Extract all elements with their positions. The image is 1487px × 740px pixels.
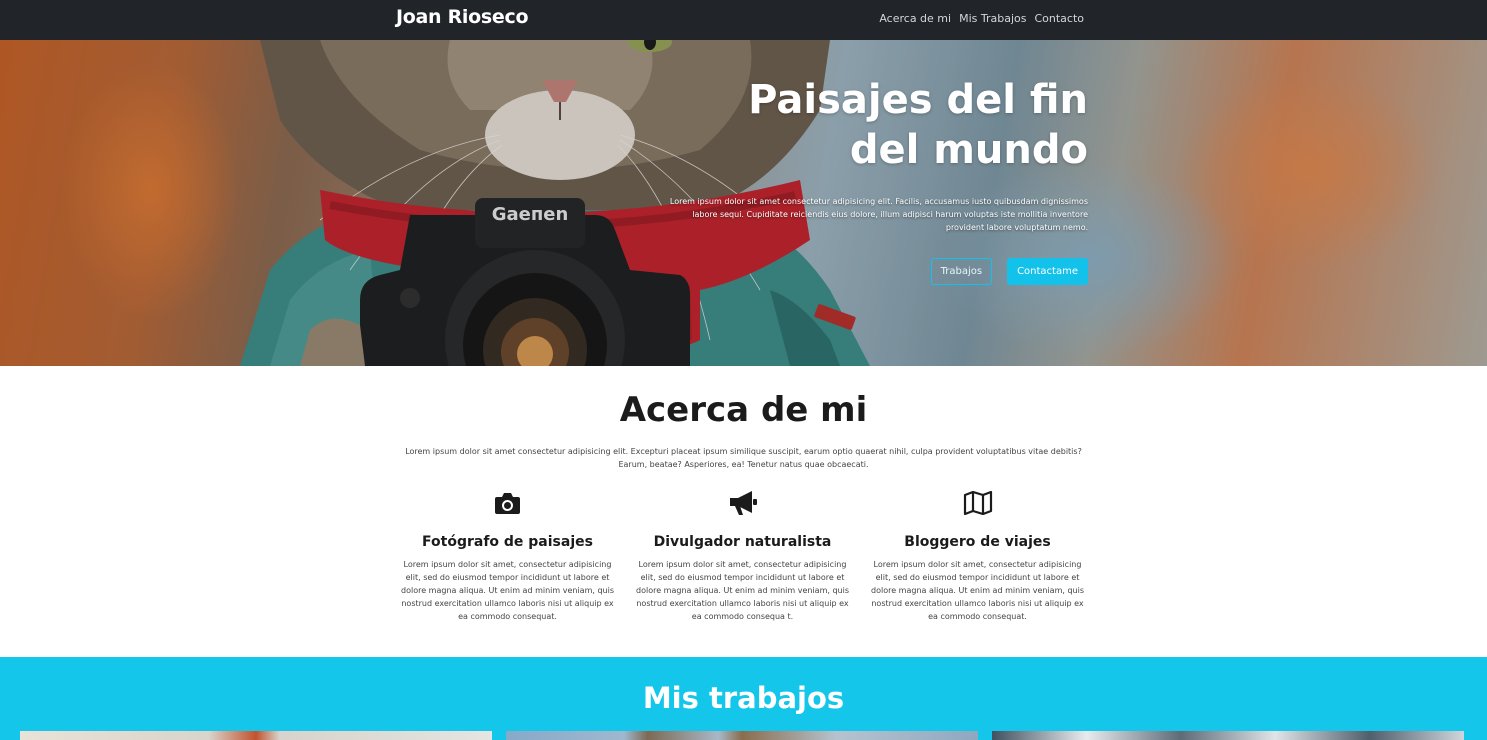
hero-buttons: Trabajos Contactame <box>668 258 1088 285</box>
feature-title: Fotógrafo de paisajes <box>422 534 593 550</box>
navbar: Joan Rioseco Acerca de mi Mis Trabajos C… <box>0 0 1487 40</box>
feature-text: Lorem ipsum dolor sit amet, consectetur … <box>636 560 849 621</box>
works-title: Mis trabajos <box>642 681 845 715</box>
megaphone-icon <box>632 488 853 518</box>
brand-logo[interactable]: Joan Rioseco <box>396 6 529 28</box>
hero-section: Gaeпen Paisajes del fin del mundo Lorem … <box>0 40 1487 366</box>
feature-card: Fotógrafo de paisajes Lorem ipsum dolor … <box>390 488 625 623</box>
hero-title: Paisajes del fin del mundo <box>668 75 1088 175</box>
contact-button[interactable]: Contactame <box>1007 258 1088 285</box>
features-row: Fotógrafo de paisajes Lorem ipsum dolor … <box>390 488 1095 623</box>
about-description: Lorem ipsum dolor sit amet consectetur a… <box>405 447 1082 469</box>
feature-text: Lorem ipsum dolor sit amet, consectetur … <box>401 560 614 621</box>
about-title: Acerca de mi <box>619 390 868 430</box>
feature-title: Divulgador naturalista <box>653 534 832 550</box>
work-thumbnail[interactable] <box>506 731 978 740</box>
feature-text: Lorem ipsum dolor sit amet, consectetur … <box>871 560 1084 621</box>
nav-link-acerca[interactable]: Acerca de mi <box>879 12 951 25</box>
hero-title-line-2: del mundo <box>849 127 1088 173</box>
feature-card: Divulgador naturalista Lorem ipsum dolor… <box>625 488 860 623</box>
hero-description: Lorem ipsum dolor sit amet consectetur a… <box>669 197 1088 232</box>
feature-title: Bloggero de viajes <box>904 534 1051 550</box>
work-thumbnail[interactable] <box>992 731 1464 740</box>
feature-card: Bloggero de viajes Lorem ipsum dolor sit… <box>860 488 1095 623</box>
nav-links: Acerca de mi Mis Trabajos Contacto <box>879 12 1084 25</box>
work-thumbnail[interactable] <box>20 731 492 740</box>
works-button[interactable]: Trabajos <box>930 258 993 285</box>
hero-content: Paisajes del fin del mundo Lorem ipsum d… <box>668 75 1088 285</box>
map-icon <box>867 488 1088 518</box>
works-section: Mis trabajos <box>0 657 1487 740</box>
hero-title-line-1: Paisajes del fin <box>748 77 1088 123</box>
nav-link-contacto[interactable]: Contacto <box>1034 12 1084 25</box>
nav-link-trabajos[interactable]: Mis Trabajos <box>959 12 1026 25</box>
camera-icon <box>397 488 618 518</box>
